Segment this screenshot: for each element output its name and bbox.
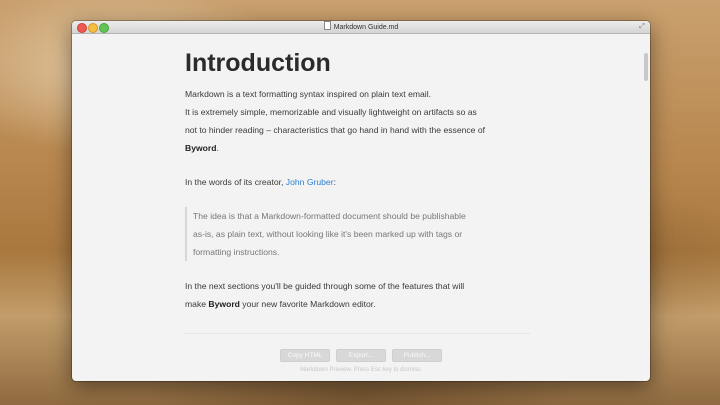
title-bar[interactable]: Markdown Guide.md ⤢	[72, 21, 650, 34]
intro-line: not to hinder reading – characteristics …	[185, 125, 486, 135]
next-sections-paragraph: In the next sections you'll be guided th…	[185, 277, 535, 313]
john-gruber-link[interactable]: John Gruber	[286, 177, 334, 187]
page-title: Introduction	[185, 49, 331, 77]
next-prefix: make	[185, 299, 209, 309]
scrollbar-thumb[interactable]	[644, 53, 648, 81]
copy-html-button[interactable]: Copy HTML	[280, 349, 330, 362]
document-icon	[323, 21, 331, 30]
intro-line: Markdown is a text formatting syntax ins…	[185, 89, 431, 99]
divider	[185, 333, 530, 334]
quote-line: formatting instructions.	[193, 247, 280, 257]
next-suffix: your new favorite Markdown editor.	[239, 299, 376, 309]
next-line: In the next sections you'll be guided th…	[185, 281, 465, 291]
scrollbar[interactable]	[643, 35, 649, 365]
preview-hint: Markdown Preview. Press Esc key to dismi…	[300, 367, 422, 373]
creator-paragraph: In the words of its creator, John Gruber…	[185, 173, 535, 191]
fullscreen-icon[interactable]: ⤢	[638, 23, 646, 31]
document-content: Introduction Markdown is a text formatti…	[185, 43, 535, 329]
window-title-text: Markdown Guide.md	[333, 24, 399, 31]
intro-line: It is extremely simple, memorizable and …	[185, 107, 477, 117]
preview-window: Markdown Guide.md ⤢ Introduction Markdow…	[72, 21, 650, 381]
blockquote: The idea is that a Markdown-formatted do…	[185, 207, 535, 261]
byword-bold-text: Byword	[185, 143, 217, 153]
next-line: make Byword your new favorite Markdown e…	[185, 295, 535, 313]
publish-button[interactable]: Publish...	[392, 349, 442, 362]
creator-suffix: :	[333, 177, 336, 187]
export-button[interactable]: Export...	[336, 349, 386, 362]
byword-bold-text: Byword	[208, 299, 240, 309]
creator-prefix: In the words of its creator,	[185, 177, 286, 187]
intro-period: .	[216, 143, 219, 153]
window-title: Markdown Guide.md	[72, 21, 650, 33]
quote-line: as-is, as plain text, without looking li…	[193, 229, 463, 239]
intro-line-end: Byword.	[185, 139, 535, 157]
intro-paragraph: Markdown is a text formatting syntax ins…	[185, 85, 535, 157]
quote-line: The idea is that a Markdown-formatted do…	[193, 211, 466, 221]
